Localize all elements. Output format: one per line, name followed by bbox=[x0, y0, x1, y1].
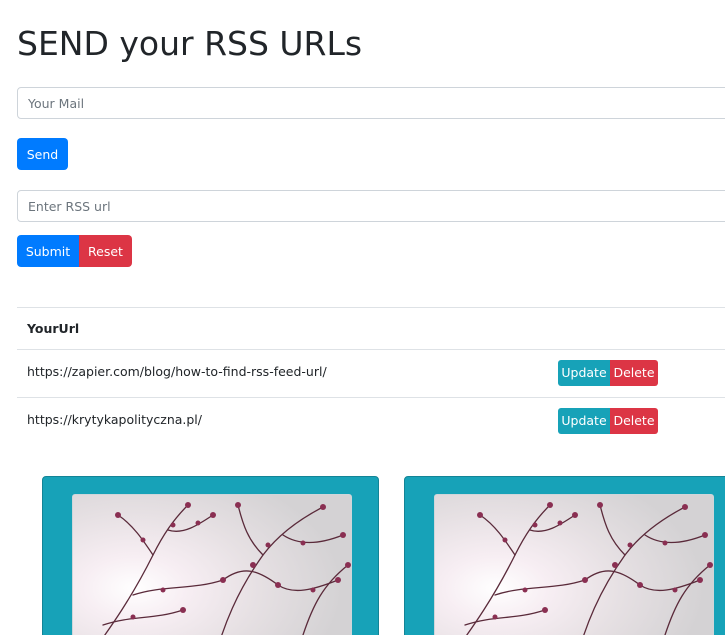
mail-input[interactable] bbox=[17, 87, 725, 119]
page: SEND your RSS URLs Send Submit Reset You… bbox=[0, 0, 725, 635]
row-actions: Update Delete bbox=[558, 360, 658, 386]
blossom-branches-image bbox=[435, 495, 713, 635]
delete-button[interactable]: Delete bbox=[610, 360, 658, 386]
card-image bbox=[72, 494, 352, 635]
url-cell: https://krytykapolityczna.pl/ bbox=[17, 397, 558, 445]
action-cell: Update Delete bbox=[558, 397, 725, 445]
reset-button[interactable]: Reset bbox=[79, 235, 132, 267]
send-button[interactable]: Send bbox=[17, 138, 68, 170]
update-button[interactable]: Update bbox=[558, 360, 610, 386]
url-table: YourUrl https://zapier.com/blog/how-to-f… bbox=[17, 307, 725, 445]
update-button[interactable]: Update bbox=[558, 408, 610, 434]
page-title: SEND your RSS URLs bbox=[17, 24, 363, 63]
column-header-yoururl: YourUrl bbox=[17, 307, 558, 350]
row-actions: Update Delete bbox=[558, 408, 658, 434]
table-row: https://zapier.com/blog/how-to-find-rss-… bbox=[17, 349, 725, 398]
blossom-branches-image bbox=[73, 495, 351, 635]
card-image bbox=[434, 494, 714, 635]
feed-card bbox=[404, 476, 725, 635]
feed-card bbox=[42, 476, 379, 635]
delete-button[interactable]: Delete bbox=[610, 408, 658, 434]
submit-button[interactable]: Submit bbox=[17, 235, 79, 267]
column-header-actions bbox=[558, 307, 725, 350]
table-header-row: YourUrl bbox=[17, 307, 725, 350]
rss-url-input[interactable] bbox=[17, 190, 725, 222]
table-row: https://krytykapolityczna.pl/ Update Del… bbox=[17, 397, 725, 445]
url-cell: https://zapier.com/blog/how-to-find-rss-… bbox=[17, 349, 558, 398]
action-cell: Update Delete bbox=[558, 349, 725, 398]
